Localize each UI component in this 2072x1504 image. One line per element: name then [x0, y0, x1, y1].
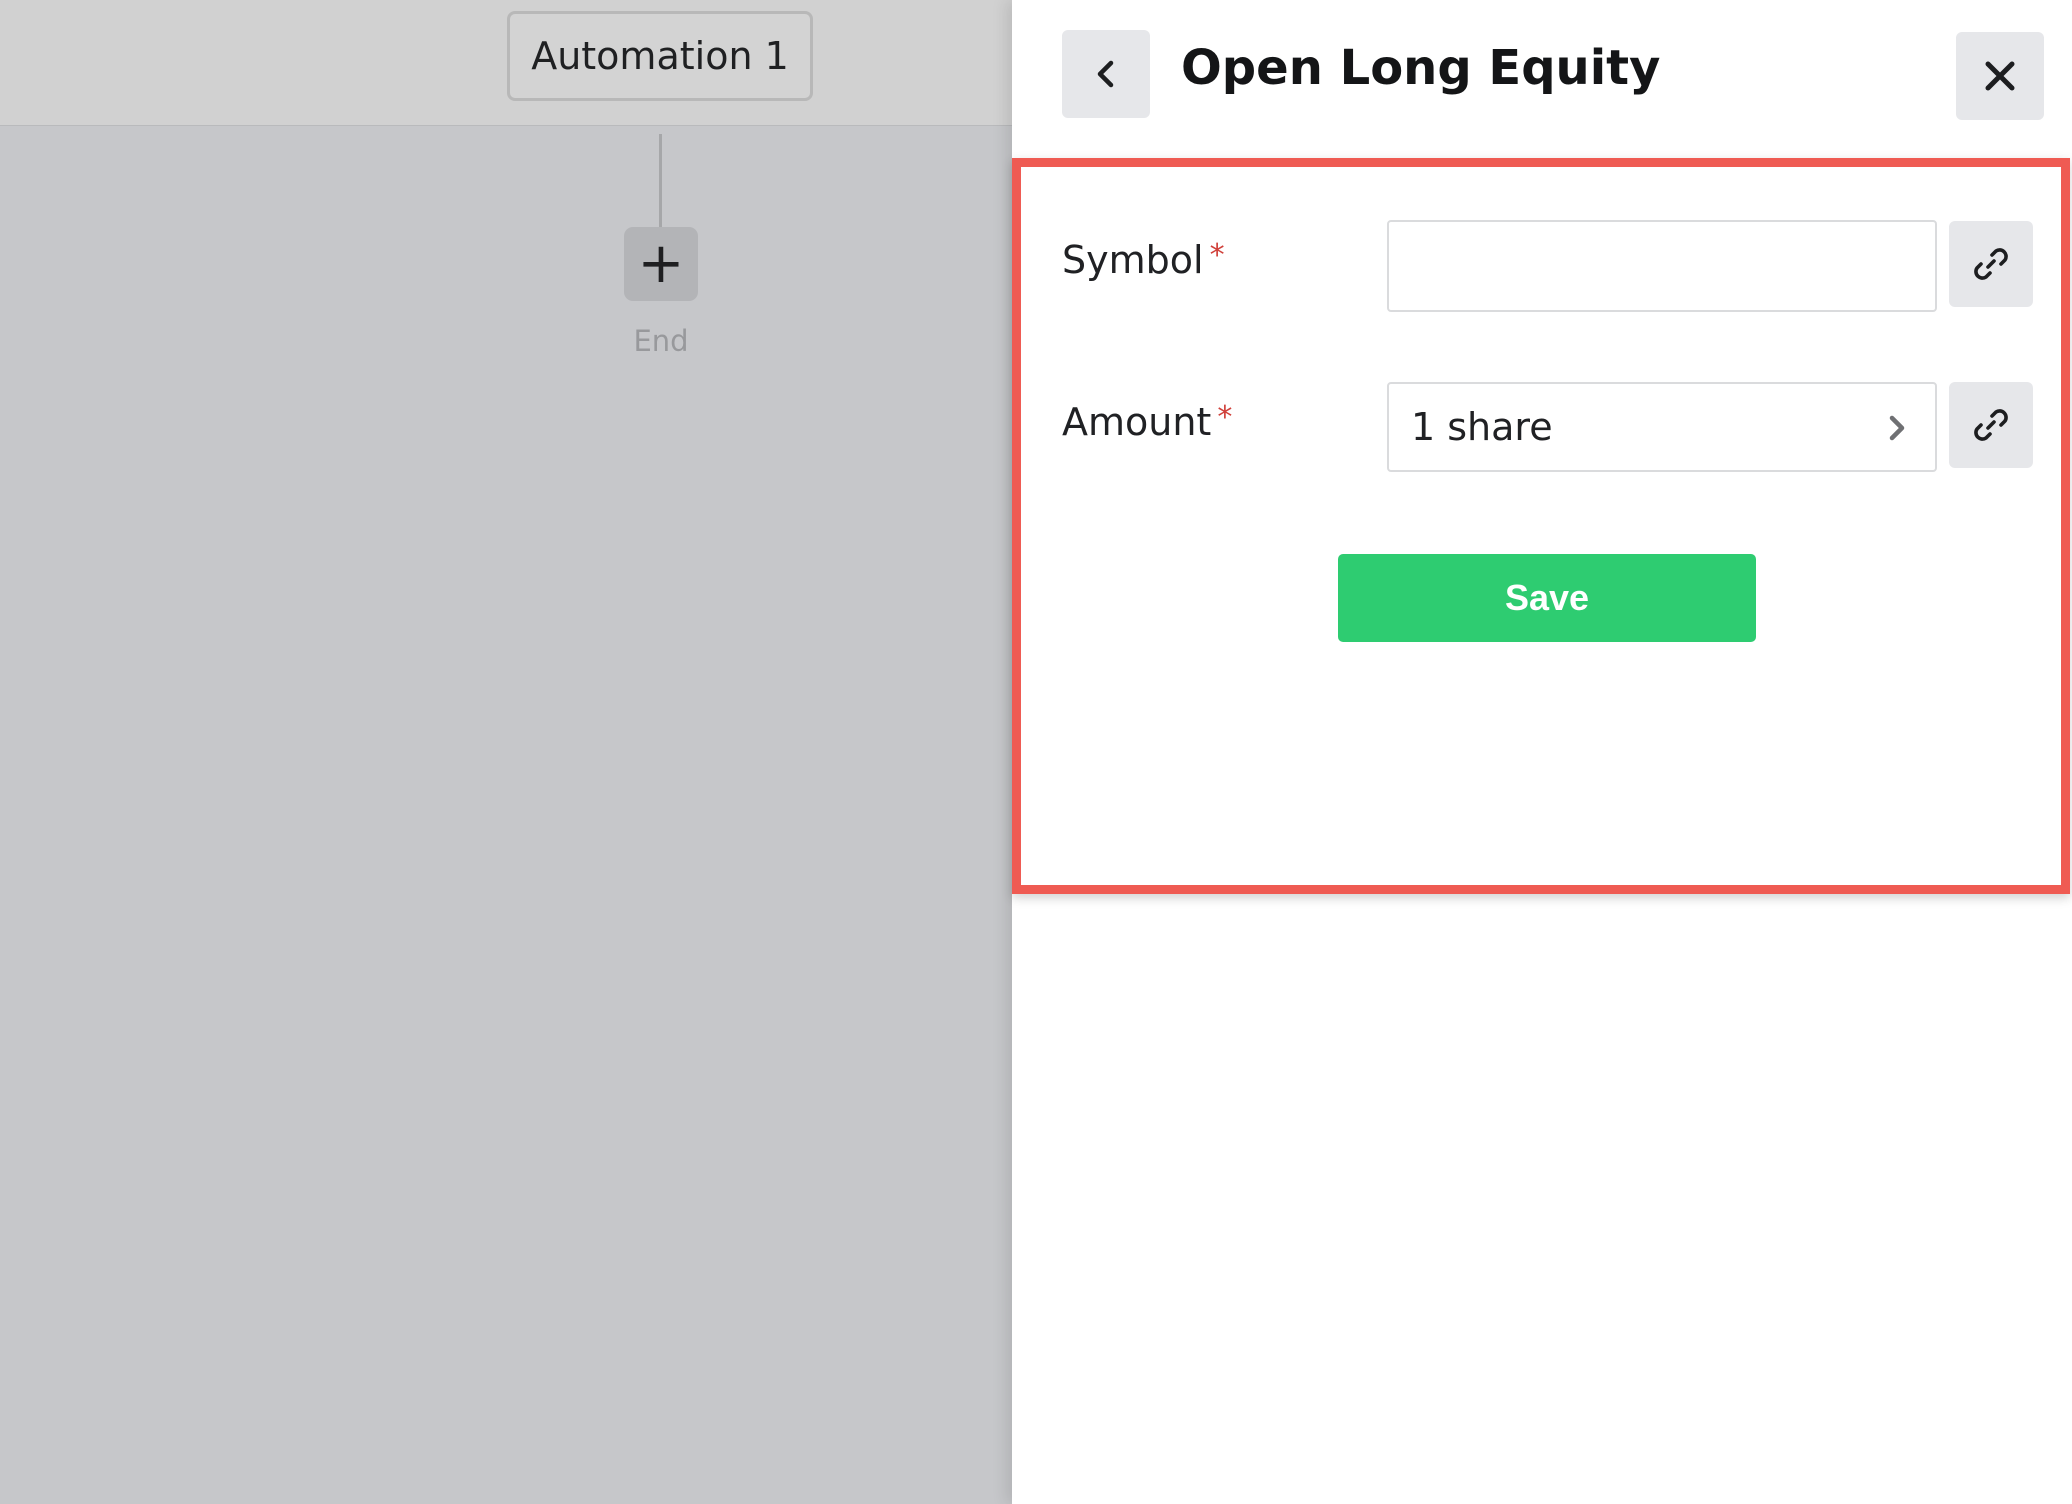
close-button[interactable]	[1956, 32, 2044, 120]
link-icon	[1974, 409, 2008, 441]
link-icon	[1974, 248, 2008, 280]
symbol-input[interactable]	[1387, 220, 1937, 312]
panel-header: Open Long Equity	[1012, 0, 2072, 150]
chevron-right-icon	[1889, 415, 1905, 441]
amount-value: 1 share	[1411, 405, 1553, 449]
workflow-connector-line	[659, 134, 662, 228]
required-marker: *	[1209, 238, 1225, 273]
amount-label-text: Amount	[1062, 400, 1212, 444]
amount-label: Amount *	[1062, 400, 1232, 444]
close-icon	[1985, 61, 2015, 91]
workflow-canvas: Automation 1 + End	[0, 0, 1012, 1504]
panel-title: Open Long Equity	[1181, 40, 1661, 96]
plus-icon: +	[637, 231, 685, 296]
canvas-header	[0, 0, 1012, 126]
symbol-label-text: Symbol	[1062, 238, 1204, 282]
action-config-panel: Open Long Equity Symbol * Amount * 1 sha…	[1012, 0, 2072, 1504]
automation-title-label: Automation 1	[531, 34, 789, 78]
symbol-label: Symbol *	[1062, 238, 1225, 282]
automation-title-node[interactable]: Automation 1	[507, 11, 813, 101]
save-button[interactable]: Save	[1338, 554, 1756, 642]
end-label: End	[633, 324, 689, 358]
back-button[interactable]	[1062, 30, 1150, 118]
required-marker: *	[1217, 400, 1233, 435]
symbol-link-button[interactable]	[1949, 221, 2033, 307]
amount-link-button[interactable]	[1949, 382, 2033, 468]
add-step-button[interactable]: +	[624, 227, 698, 301]
amount-select[interactable]: 1 share	[1387, 382, 1937, 472]
chevron-left-icon	[1097, 60, 1114, 88]
app-screen: Automation 1 + End Open Long Equity Symb…	[0, 0, 2072, 1504]
